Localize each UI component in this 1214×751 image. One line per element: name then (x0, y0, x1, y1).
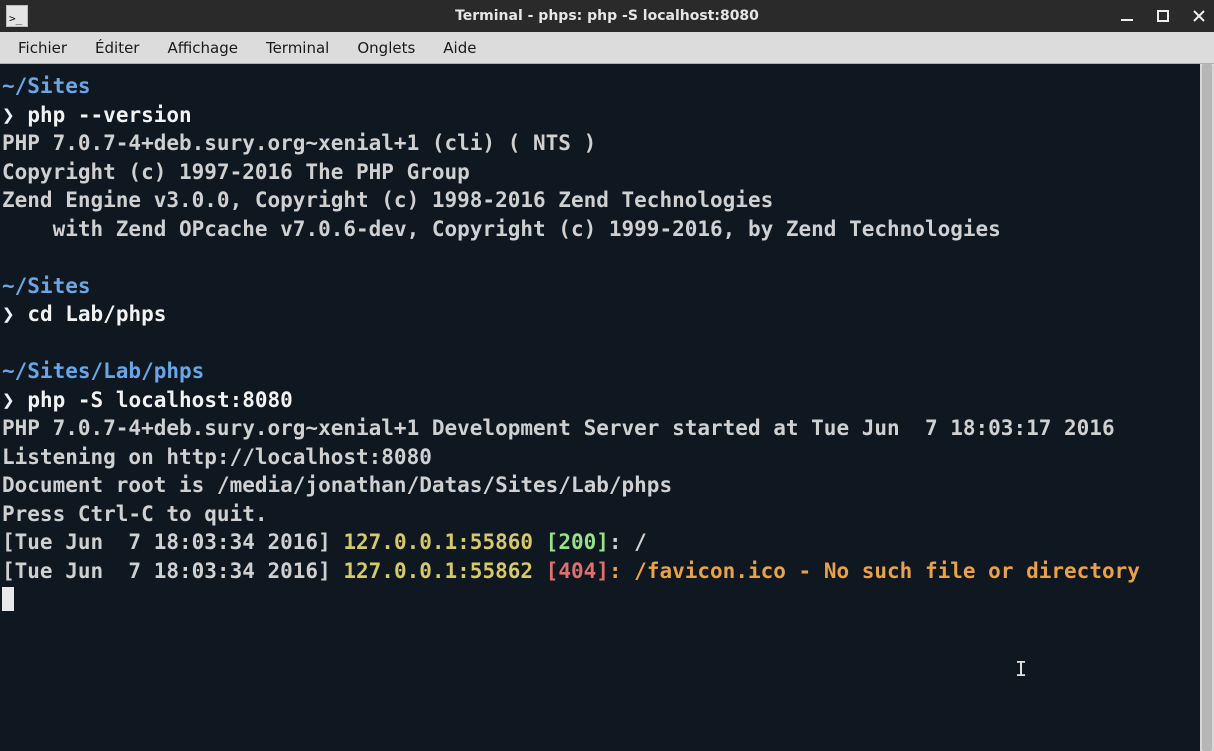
output-line: Listening on http://localhost:8080 (2, 445, 432, 469)
log-error: : /favicon.ico - No such file or directo… (609, 559, 1140, 583)
prompt-path: ~/Sites (2, 274, 91, 298)
maximize-button[interactable] (1154, 7, 1172, 25)
terminal-app-icon (6, 5, 28, 27)
menu-tabs[interactable]: Onglets (343, 32, 429, 63)
log-timestamp: [Tue Jun 7 18:03:34 2016] (2, 530, 343, 554)
http-status: [200] (546, 530, 609, 554)
command-text: php --version (27, 103, 191, 127)
menu-edit[interactable]: Éditer (81, 32, 153, 63)
prompt-symbol: ❯ (2, 302, 15, 326)
log-timestamp: [Tue Jun 7 18:03:34 2016] (2, 559, 343, 583)
log-address: 127.0.0.1:55862 (343, 559, 545, 583)
close-button[interactable] (1190, 7, 1208, 25)
log-path: : / (609, 530, 647, 554)
output-line: PHP 7.0.7-4+deb.sury.org~xenial+1 (cli) … (2, 131, 596, 155)
output-line: Press Ctrl-C to quit. (2, 502, 268, 526)
prompt-path: ~/Sites/Lab/phps (2, 359, 204, 383)
output-line: Copyright (c) 1997-2016 The PHP Group (2, 160, 470, 184)
prompt-path: ~/Sites (2, 74, 91, 98)
log-address: 127.0.0.1:55860 (343, 530, 545, 554)
prompt-symbol: ❯ (2, 388, 15, 412)
minimize-button[interactable] (1118, 7, 1136, 25)
scrollbar-thumb[interactable] (1202, 64, 1212, 751)
output-line: PHP 7.0.7-4+deb.sury.org~xenial+1 Develo… (2, 416, 1115, 440)
menu-help[interactable]: Aide (429, 32, 490, 63)
window-titlebar: Terminal - phps: php -S localhost:8080 (0, 0, 1214, 32)
prompt-symbol: ❯ (2, 103, 15, 127)
menu-file[interactable]: Fichier (4, 32, 81, 63)
terminal-output[interactable]: ~/Sites ❯ php --version PHP 7.0.7-4+deb.… (0, 64, 1200, 751)
menu-view[interactable]: Affichage (153, 32, 251, 63)
menubar: Fichier Éditer Affichage Terminal Onglet… (0, 32, 1214, 64)
vertical-scrollbar[interactable] (1200, 64, 1214, 751)
terminal-cursor (2, 587, 14, 611)
menu-terminal[interactable]: Terminal (252, 32, 343, 63)
window-title: Terminal - phps: php -S localhost:8080 (0, 0, 1214, 32)
output-line: Document root is /media/jonathan/Datas/S… (2, 473, 672, 497)
window-controls (1118, 0, 1208, 32)
http-status: [404] (546, 559, 609, 583)
command-text: cd Lab/phps (27, 302, 166, 326)
terminal-viewport: ~/Sites ❯ php --version PHP 7.0.7-4+deb.… (0, 64, 1214, 751)
command-text: php -S localhost:8080 (27, 388, 293, 412)
output-line: Zend Engine v3.0.0, Copyright (c) 1998-2… (2, 188, 773, 212)
output-line: with Zend OPcache v7.0.6-dev, Copyright … (2, 217, 1001, 241)
